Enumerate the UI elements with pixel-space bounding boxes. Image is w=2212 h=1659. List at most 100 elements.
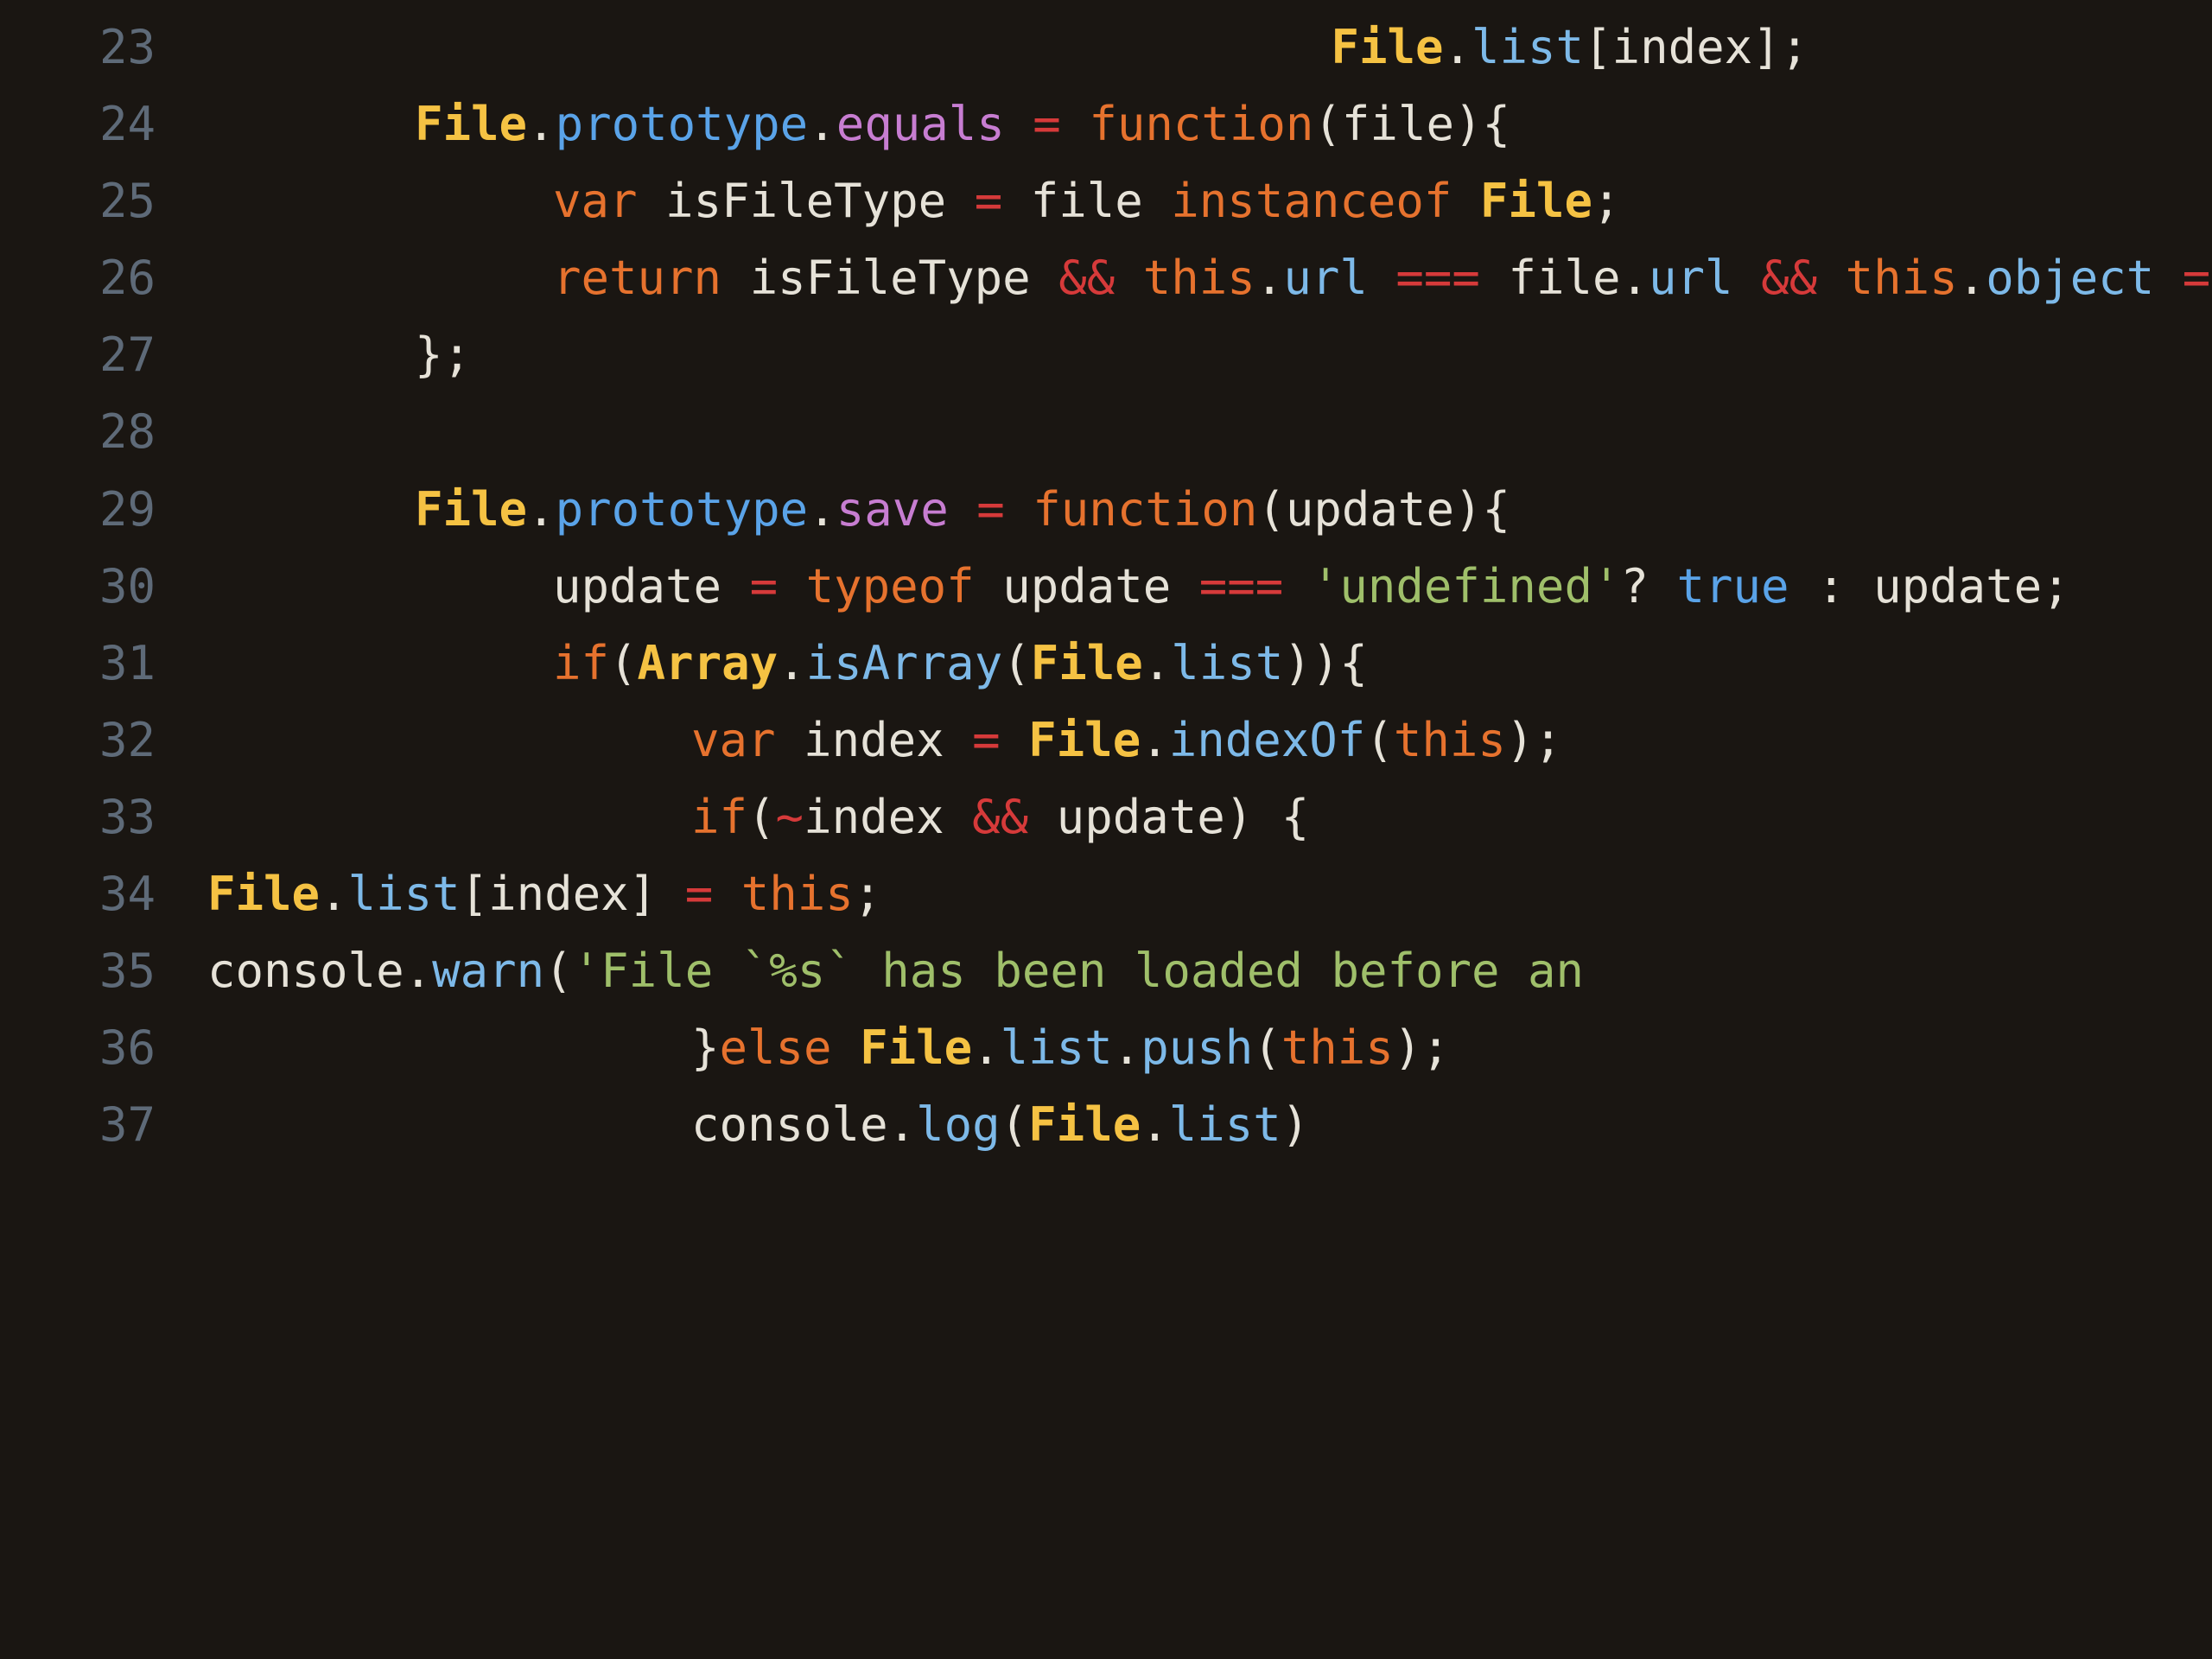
token: list (1471, 20, 1584, 74)
token (1005, 97, 1033, 151)
token: = (685, 867, 714, 921)
token: update (1028, 790, 1225, 844)
code-line[interactable]: 27}; (0, 316, 2212, 393)
token: ? (1620, 559, 1676, 613)
token: Array (638, 636, 779, 690)
token: ( (1365, 713, 1394, 767)
token: this (741, 867, 854, 921)
token (1001, 713, 1029, 767)
code-content[interactable]: if(~index && update) { (207, 779, 2212, 855)
line-number: 23 (0, 9, 207, 86)
token (713, 867, 741, 921)
token: ( (544, 944, 573, 998)
token: : update; (1789, 559, 2070, 613)
code-line[interactable]: 32var index = File.indexOf(this); (0, 702, 2212, 779)
code-line[interactable]: 26return isFileType && this.url === file… (0, 239, 2212, 316)
line-number: 25 (0, 162, 207, 239)
code-line[interactable]: 33if(~index && update) { (0, 779, 2212, 855)
code-line[interactable]: 25var isFileType = file instanceof File; (0, 162, 2212, 239)
token: function (1033, 482, 1257, 537)
token: File (207, 20, 1443, 74)
token: this (1281, 1020, 1394, 1075)
code-content[interactable]: }; (207, 316, 2212, 393)
token: [index] (461, 867, 685, 921)
token: && (1058, 251, 1115, 305)
code-line[interactable]: 30update = typeof update === 'undefined'… (0, 548, 2212, 625)
token: object (1986, 251, 2154, 305)
code-line[interactable]: 29File.prototype.save = function(update)… (0, 471, 2212, 548)
code-line[interactable]: 31if(Array.isArray(File.list)){ (0, 625, 2212, 702)
token: [index]; (1584, 20, 1808, 74)
code-line[interactable]: 28 (0, 393, 2212, 470)
token: && (972, 790, 1028, 844)
token: . (778, 636, 806, 690)
code-content[interactable] (207, 393, 2212, 470)
token (1817, 251, 1846, 305)
line-number: 24 (0, 86, 207, 162)
code-content[interactable]: }else File.list.push(this); (207, 1009, 2212, 1086)
token: ( (1253, 1020, 1281, 1075)
line-number: 27 (0, 316, 207, 393)
token: ( (609, 636, 638, 690)
token: . (1443, 20, 1471, 74)
code-line[interactable]: 34File.list[index] = this; (0, 855, 2212, 932)
token: . (808, 482, 836, 537)
code-content[interactable]: var isFileType = file instanceof File; (207, 162, 2212, 239)
token: if (553, 636, 609, 690)
code-content[interactable]: return isFileType && this.url === file.u… (207, 239, 2212, 316)
code-content[interactable]: update = typeof update === 'undefined'? … (207, 548, 2212, 625)
token: ; (854, 867, 882, 921)
code-content[interactable]: console.log(File.list) (207, 1086, 2212, 1163)
token: = (975, 174, 1003, 228)
line-number: 36 (0, 1009, 207, 1086)
code-content[interactable]: console.warn('File `%s` has been loaded … (207, 932, 2212, 1009)
line-number: 37 (0, 1086, 207, 1163)
token: } (691, 1020, 720, 1075)
token: . (404, 944, 433, 998)
token: index (804, 790, 972, 844)
code-content[interactable]: var index = File.indexOf(this); (207, 702, 2212, 779)
token (415, 404, 443, 459)
token: File (1480, 174, 1592, 228)
code-line[interactable]: 37console.log(File.list) (0, 1086, 2212, 1163)
token: log (916, 1097, 1001, 1152)
code-content[interactable]: File.prototype.equals = function(file){ (207, 86, 2212, 162)
token: warn (432, 944, 544, 998)
code-content[interactable]: File.list[index] = this; (207, 855, 2212, 932)
code-content[interactable]: if(Array.isArray(File.list)){ (207, 625, 2212, 702)
token: ; (1592, 174, 1621, 228)
token: . (888, 1097, 917, 1152)
code-content[interactable]: File.prototype.save = function(update){ (207, 471, 2212, 548)
token (1733, 251, 1762, 305)
token: . (1141, 713, 1169, 767)
token: . (1255, 251, 1284, 305)
token: push (1141, 1020, 1253, 1075)
token: . (527, 482, 556, 537)
token: = (1033, 97, 1061, 151)
token: return (553, 251, 721, 305)
token: File (415, 482, 527, 537)
code-line[interactable]: 36}else File.list.push(this); (0, 1009, 2212, 1086)
token: isArray (806, 636, 1003, 690)
token (778, 559, 806, 613)
token: File (207, 867, 320, 921)
token (2154, 251, 2183, 305)
code-line[interactable]: 35console.warn('File `%s` has been loade… (0, 932, 2212, 1009)
token: equals (836, 97, 1005, 151)
token: this (1394, 713, 1506, 767)
line-number: 34 (0, 855, 207, 932)
code-line[interactable]: 24File.prototype.equals = function(file)… (0, 86, 2212, 162)
token: )){ (1283, 636, 1368, 690)
code-line[interactable]: 23 File.list[index]; (0, 9, 2212, 86)
code-editor[interactable]: 23 File.list[index];24File.prototype.equ… (0, 0, 2212, 1163)
token: File (415, 97, 527, 151)
token: . (808, 97, 836, 151)
token: save (836, 482, 949, 537)
token: url (1649, 251, 1733, 305)
token: ~ (776, 790, 804, 844)
token: this (1143, 251, 1255, 305)
token: File (860, 1020, 972, 1075)
code-content[interactable]: File.list[index]; (207, 9, 2212, 86)
token: file (1480, 251, 1621, 305)
token: = (972, 713, 1001, 767)
